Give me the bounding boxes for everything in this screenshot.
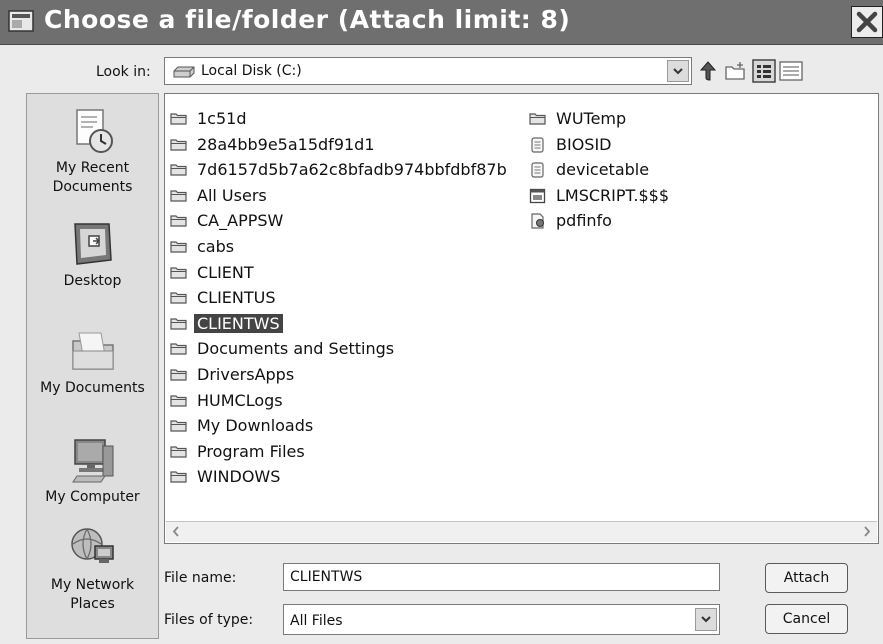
place-label: My Computer [45, 489, 140, 505]
list-view-icon[interactable] [752, 59, 776, 83]
file-item-label: WUTemp [556, 109, 627, 128]
look-in-label: Look in: [96, 64, 151, 80]
attach-button[interactable]: Attach [765, 563, 848, 593]
file-item-label: CA_APPSW [197, 211, 284, 231]
file-item-label: BIOSID [556, 134, 612, 154]
folder-icon [170, 318, 187, 330]
network-places-icon [70, 528, 114, 563]
chevron-down-icon [701, 616, 711, 623]
file-item-label: Documents and Settings [197, 339, 395, 359]
horizontal-scrollbar[interactable] [166, 521, 877, 542]
file-item-label: Program Files [197, 441, 305, 461]
folder-icon [170, 369, 187, 381]
folder-icon [170, 420, 187, 432]
document-icon [531, 136, 544, 153]
file-item-label: All Users [197, 185, 267, 205]
place-label: Places [70, 596, 115, 612]
my-computer-icon [71, 439, 113, 483]
desktop-icon [73, 223, 112, 265]
place-my-computer[interactable]: My Computer [27, 436, 158, 507]
place-my-documents[interactable]: My Documents [27, 327, 158, 398]
file-item-label: devicetable [556, 160, 650, 180]
file-item-label: DriversApps [197, 364, 295, 384]
document-icon [531, 162, 544, 178]
file-list[interactable]: 1c51d 28a4bb9e5a15df91d1 7d6157d5b7a62c8bf… [164, 93, 879, 544]
file-item-label: CLIENTUS [197, 288, 276, 308]
file-item-label: HUMCLogs [197, 390, 283, 410]
my-documents-icon [71, 332, 114, 370]
look-in-value: Local Disk (C:) [201, 63, 302, 79]
folder-icon [170, 113, 187, 125]
look-in-dropdown-button[interactable] [667, 60, 689, 82]
file-item-label: pdfinfo [556, 211, 612, 231]
window-icon [8, 10, 34, 32]
folder-icon [170, 266, 187, 279]
folder-icon [170, 190, 187, 202]
place-label: My Recent [55, 160, 130, 176]
folder-icon [170, 343, 187, 355]
place-label: Documents [52, 179, 133, 195]
folder-icon [170, 164, 187, 176]
folder-icon [529, 113, 546, 125]
folder-icon [170, 292, 187, 304]
new-folder-icon[interactable] [724, 59, 748, 83]
file-item-label: WINDOWS [197, 467, 281, 487]
chevron-down-icon [673, 68, 683, 75]
cancel-button[interactable]: Cancel [765, 604, 848, 634]
folder-icon [170, 394, 187, 407]
folder-icon [170, 241, 187, 253]
local-disk-icon [173, 66, 195, 78]
place-label: My Network [50, 577, 135, 593]
place-label: Desktop [63, 273, 122, 289]
file-item-label: 7d6157d5b7a62c8bfadb974bbfdbf87b [197, 160, 507, 180]
scroll-right-arrow-icon[interactable] [858, 523, 875, 540]
up-one-level-icon[interactable] [696, 59, 720, 83]
file-item-label: 28a4bb9e5a15df91d1 [197, 134, 375, 154]
look-in-dropdown[interactable]: Local Disk (C:) [164, 57, 692, 85]
place-desktop[interactable]: Desktop [27, 220, 158, 291]
folder-icon [170, 215, 187, 227]
details-view-icon[interactable] [779, 59, 803, 83]
system-icon [529, 188, 546, 203]
file-type-label: Files of type: [164, 612, 254, 628]
file-type-select[interactable]: All Files [283, 604, 720, 635]
folder-icon [170, 446, 187, 458]
title-bar: Choose a file/folder (Attach limit: 8) [0, 0, 883, 45]
folder-icon [170, 138, 187, 151]
file-name-label: File name: [164, 570, 237, 586]
scroll-left-arrow-icon[interactable] [168, 523, 185, 540]
place-my-recent-documents[interactable]: My Recent Documents [27, 107, 158, 197]
recent-documents-icon [75, 109, 113, 153]
file-chooser-dialog: Choose a file/folder (Attach limit: 8) L… [0, 0, 883, 644]
close-button[interactable] [851, 6, 883, 38]
places-bar: My Recent Documents Desktop My Documents [26, 93, 159, 639]
file-name-input[interactable]: CLIENTWS [283, 563, 720, 591]
file-type-dropdown-button[interactable] [695, 608, 717, 631]
window-title: Choose a file/folder (Attach limit: 8) [44, 5, 571, 34]
folder-icon [170, 471, 187, 483]
close-icon [856, 11, 878, 33]
file-item-label: CLIENT [197, 262, 254, 282]
file-item-label: CLIENTWS [194, 313, 283, 333]
script-icon [531, 213, 544, 229]
place-label: My Documents [40, 380, 145, 396]
file-type-value: All Files [290, 613, 343, 629]
file-item-label: cabs [197, 236, 235, 256]
place-my-network-places[interactable]: My Network Places [27, 524, 158, 614]
file-item-label: LMSCRIPT.$$$ [556, 185, 670, 205]
file-item-label: My Downloads [197, 416, 314, 436]
file-item-label: 1c51d [197, 109, 247, 128]
